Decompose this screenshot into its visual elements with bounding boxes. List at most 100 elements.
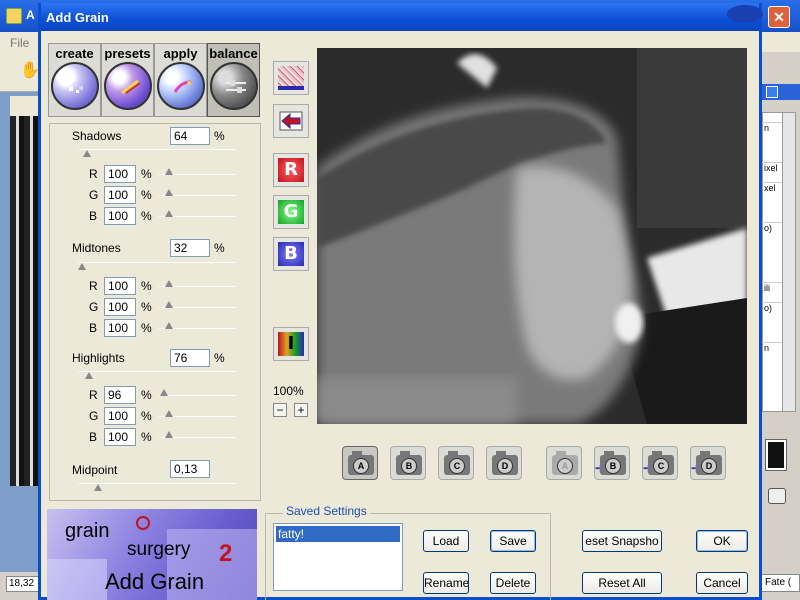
grain-preview-button[interactable] [273,61,309,95]
palette-item[interactable]: n [762,342,784,353]
blue-channel-button[interactable]: B [273,237,309,271]
shadows-g-percent: % [141,188,152,202]
add-grain-dialog: Add Grain create presets apply balance S… [38,3,763,600]
highlights-r-slider-thumb[interactable] [160,389,168,396]
midtones-b-slider-thumb[interactable] [165,322,173,329]
grain-surgery-logo: grain surgery 2 Add Grain [47,509,257,600]
palette-item[interactable]: o) [762,302,784,313]
green-channel-button[interactable]: G [273,195,309,229]
midtones-b-label: B [89,321,98,335]
shadows-r-percent: % [141,167,152,181]
midtones-input[interactable]: 32 [170,239,210,257]
shadows-b-slider-thumb[interactable] [165,210,173,217]
palette-item[interactable]: ili [762,282,784,293]
reset-all-button[interactable]: Reset All [582,572,662,594]
midtones-b-input[interactable]: 100 [104,319,136,337]
restore-snapshot-c-label: C [653,458,669,474]
tab-create[interactable]: create [48,43,101,117]
midtones-slider-thumb[interactable] [78,263,86,270]
highlights-g-percent: % [141,409,152,423]
restore-snapshot-b-button[interactable]: ➔ B [594,446,630,480]
tab-presets[interactable]: presets [101,43,154,117]
host-menu-file[interactable]: File [10,36,29,50]
palette-item[interactable]: xel [762,182,784,193]
portrait-preview [317,48,747,424]
preview-image[interactable] [317,48,747,424]
snapshot-a-button[interactable]: A [342,446,378,480]
load-button[interactable]: Load [423,530,469,552]
green-channel-icon: G [278,200,304,224]
cancel-button[interactable]: Cancel [696,572,748,594]
logo-line1: grain [65,520,109,542]
red-channel-button[interactable]: R [273,153,309,187]
midtones-slider-track[interactable] [79,262,235,263]
shadows-g-input[interactable]: 100 [104,186,136,204]
save-button[interactable]: Save [490,530,536,552]
reset-snapshot-button[interactable]: eset Snapsho [582,530,662,552]
highlights-slider-thumb[interactable] [85,372,93,379]
highlights-g-slider-thumb[interactable] [165,410,173,417]
host-status-text: Fate ( [760,574,800,592]
palette-minimize-icon[interactable] [766,86,778,98]
highlights-g-input[interactable]: 100 [104,407,136,425]
dialog-title-bar[interactable] [41,3,759,31]
intensity-channel-icon: I [278,332,304,356]
tab-create-label: create [55,46,94,61]
saved-settings-list[interactable]: fatty! [273,523,403,591]
midtones-g-slider-thumb[interactable] [165,301,173,308]
restore-snapshot-c-button[interactable]: ➔ C [642,446,678,480]
highlights-r-percent: % [141,388,152,402]
midtones-label: Midtones [72,241,121,255]
palette-item[interactable]: n [762,122,784,133]
palette-item[interactable]: o) [762,222,784,233]
shadows-r-input[interactable]: 100 [104,165,136,183]
midtones-r-slider-thumb[interactable] [165,280,173,287]
ok-button[interactable]: OK [696,530,748,552]
highlights-input[interactable]: 76 [170,349,210,367]
grain-swatch-icon [278,66,304,90]
reset-arrow-button[interactable] [273,104,309,138]
highlights-slider-track[interactable] [79,371,235,372]
host-palette-list [762,112,784,412]
highlights-r-input[interactable]: 96 [104,386,136,404]
midpoint-input[interactable]: 0,13 [170,460,210,478]
midpoint-slider-track[interactable] [79,483,235,484]
zoom-in-button[interactable]: + [294,403,308,417]
shadows-g-slider-thumb[interactable] [165,189,173,196]
tab-apply[interactable]: apply [154,43,207,117]
highlights-b-label: B [89,430,98,444]
host-close-icon[interactable]: ✕ [768,6,790,28]
midtones-g-percent: % [141,300,152,314]
restore-snapshot-a-button[interactable]: A [546,446,582,480]
shadows-b-input[interactable]: 100 [104,207,136,225]
midtones-g-input[interactable]: 100 [104,298,136,316]
shadows-slider-thumb[interactable] [83,150,91,157]
palette-scrollbar[interactable] [782,112,796,412]
snapshot-b-button[interactable]: B [390,446,426,480]
rename-button[interactable]: Rename [423,572,469,594]
midpoint-slider-thumb[interactable] [94,484,102,491]
palette-item[interactable]: ixel [762,162,784,173]
zoom-out-button[interactable]: − [273,403,287,417]
delete-button[interactable]: Delete [490,572,536,594]
host-mode-toggle[interactable] [768,488,786,504]
midtones-r-input[interactable]: 100 [104,277,136,295]
tab-balance[interactable]: balance [207,43,260,117]
hand-tool-icon[interactable]: ✋ [20,60,40,80]
restore-snapshot-a-label: A [557,458,573,474]
highlights-b-input[interactable]: 100 [104,428,136,446]
color-swatch[interactable] [765,439,787,471]
snapshot-c-button[interactable]: C [438,446,474,480]
intensity-channel-button[interactable]: I [273,327,309,361]
arrow-left-icon [279,111,303,131]
restore-snapshot-d-button[interactable]: ➔ D [690,446,726,480]
shadows-slider-track[interactable] [79,149,235,150]
logo-line3: Add Grain [105,569,204,594]
shadows-r-slider-thumb[interactable] [165,168,173,175]
highlights-b-slider-thumb[interactable] [165,431,173,438]
shadows-input[interactable]: 64 [170,127,210,145]
shadows-b-label: B [89,209,98,223]
highlights-r-slider-track[interactable] [159,395,235,396]
snapshot-d-button[interactable]: D [486,446,522,480]
list-item[interactable]: fatty! [276,526,400,542]
